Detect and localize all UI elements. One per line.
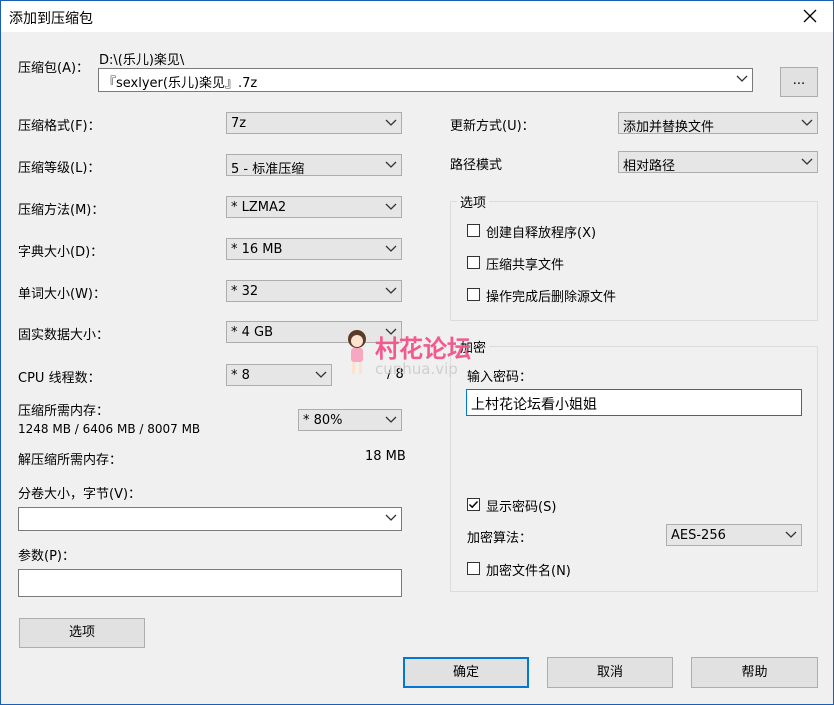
enc-method-value: AES-256 (671, 528, 726, 543)
show-password-checkbox[interactable] (467, 498, 480, 511)
shared-files-checkbox[interactable] (467, 256, 480, 269)
enc-method-label: 加密算法： (467, 531, 533, 546)
word-label: 单词大小(W)： (18, 287, 106, 302)
dict-label: 字典大小(D)： (18, 245, 104, 260)
volume-combo[interactable] (18, 507, 402, 531)
delete-after-label: 操作完成后删除源文件 (486, 290, 617, 305)
watermark: 村花论坛 cunhua.vip (343, 327, 503, 383)
dict-select[interactable]: * 16 MB (226, 238, 402, 260)
chevron-down-icon (801, 119, 813, 126)
dict-value: * 16 MB (231, 242, 283, 257)
watermark-text: 村花论坛 (375, 335, 471, 363)
solid-label: 固实数据大小： (18, 328, 110, 343)
window-title: 添加到压缩包 (9, 11, 93, 27)
encrypt-names-label: 加密文件名(N) (486, 564, 571, 579)
mem-percent-value: * 80% (303, 413, 343, 428)
archive-filename-combo[interactable]: 『sexlyer(乐儿)楽见』.7z (98, 68, 753, 92)
update-value: 添加并替换文件 (623, 120, 715, 135)
show-password-label: 显示密码(S) (486, 500, 557, 515)
cancel-button[interactable]: 取消 (547, 657, 673, 688)
help-button[interactable]: 帮助 (691, 657, 818, 688)
pathmode-select[interactable]: 相对路径 (618, 151, 818, 174)
chevron-down-icon (736, 75, 748, 82)
encrypt-names-checkbox[interactable] (467, 562, 480, 575)
mem-decomp-label: 解压缩所需内存： (18, 453, 123, 468)
options-button[interactable]: 选项 (19, 618, 145, 648)
chevron-down-icon (801, 158, 813, 165)
sfx-checkbox[interactable] (467, 224, 480, 237)
add-to-archive-dialog: 添加到压缩包 压缩包(A)： D:\(乐儿)楽见\ 『sexlyer(乐儿)楽见… (0, 0, 834, 705)
method-value: * LZMA2 (231, 200, 287, 215)
close-icon[interactable] (787, 1, 833, 32)
chevron-down-icon (385, 245, 397, 252)
ok-button[interactable]: 确定 (403, 657, 529, 688)
update-select[interactable]: 添加并替换文件 (618, 112, 818, 135)
mem-comp-label: 压缩所需内存： (18, 404, 110, 419)
params-input[interactable] (18, 569, 402, 597)
threads-label: CPU 线程数： (18, 371, 101, 386)
chevron-down-icon (385, 161, 397, 168)
update-label: 更新方式(U)： (450, 119, 535, 134)
format-label: 压缩格式(F)： (18, 119, 101, 134)
word-select[interactable]: * 32 (226, 280, 402, 302)
password-value: 上村花论坛看小姐姐 (471, 397, 597, 413)
girl-mascot-icon (348, 330, 366, 374)
watermark-sub: cunhua.vip (375, 360, 458, 378)
sfx-label: 创建自释放程序(X) (486, 226, 597, 241)
archive-filename: 『sexlyer(乐儿)楽见』.7z (103, 76, 258, 91)
params-label: 参数(P)： (18, 549, 75, 564)
level-select[interactable]: 5 - 标准压缩 (226, 154, 402, 177)
chevron-down-icon (385, 287, 397, 294)
mem-comp-detail: 1248 MB / 6406 MB / 8007 MB (18, 422, 201, 436)
method-label: 压缩方法(M)： (18, 203, 105, 218)
pathmode-value: 相对路径 (623, 159, 676, 174)
mem-decomp-value: 18 MB (365, 449, 406, 464)
chevron-down-icon (315, 371, 327, 378)
format-value: 7z (231, 116, 247, 131)
options-group-title: 选项 (457, 192, 490, 211)
level-label: 压缩等级(L)： (18, 161, 101, 176)
threads-select[interactable]: * 8 (226, 364, 332, 386)
mem-percent-select[interactable]: * 80% (298, 409, 402, 431)
chevron-down-icon (385, 514, 397, 521)
checkmark-icon (468, 500, 479, 509)
solid-value: * 4 GB (231, 325, 274, 340)
archive-label: 压缩包(A)： (18, 61, 90, 76)
volume-label: 分卷大小，字节(V)： (18, 487, 142, 502)
level-value: 5 - 标准压缩 (231, 162, 305, 177)
chevron-down-icon (785, 531, 797, 538)
method-select[interactable]: * LZMA2 (226, 196, 402, 218)
archive-path-hint: D:\(乐儿)楽见\ (99, 53, 185, 68)
pathmode-label: 路径模式 (450, 158, 503, 173)
browse-button[interactable]: ... (780, 67, 818, 97)
shared-files-label: 压缩共享文件 (486, 258, 565, 273)
chevron-down-icon (385, 119, 397, 126)
chevron-down-icon (385, 416, 397, 423)
password-input[interactable]: 上村花论坛看小姐姐 (466, 389, 802, 416)
chevron-down-icon (385, 203, 397, 210)
delete-after-checkbox[interactable] (467, 288, 480, 301)
enc-method-select[interactable]: AES-256 (666, 524, 802, 546)
title-bar: 添加到压缩包 (1, 1, 833, 32)
format-select[interactable]: 7z (226, 112, 402, 134)
word-value: * 32 (231, 284, 259, 299)
threads-value: * 8 (231, 368, 250, 383)
